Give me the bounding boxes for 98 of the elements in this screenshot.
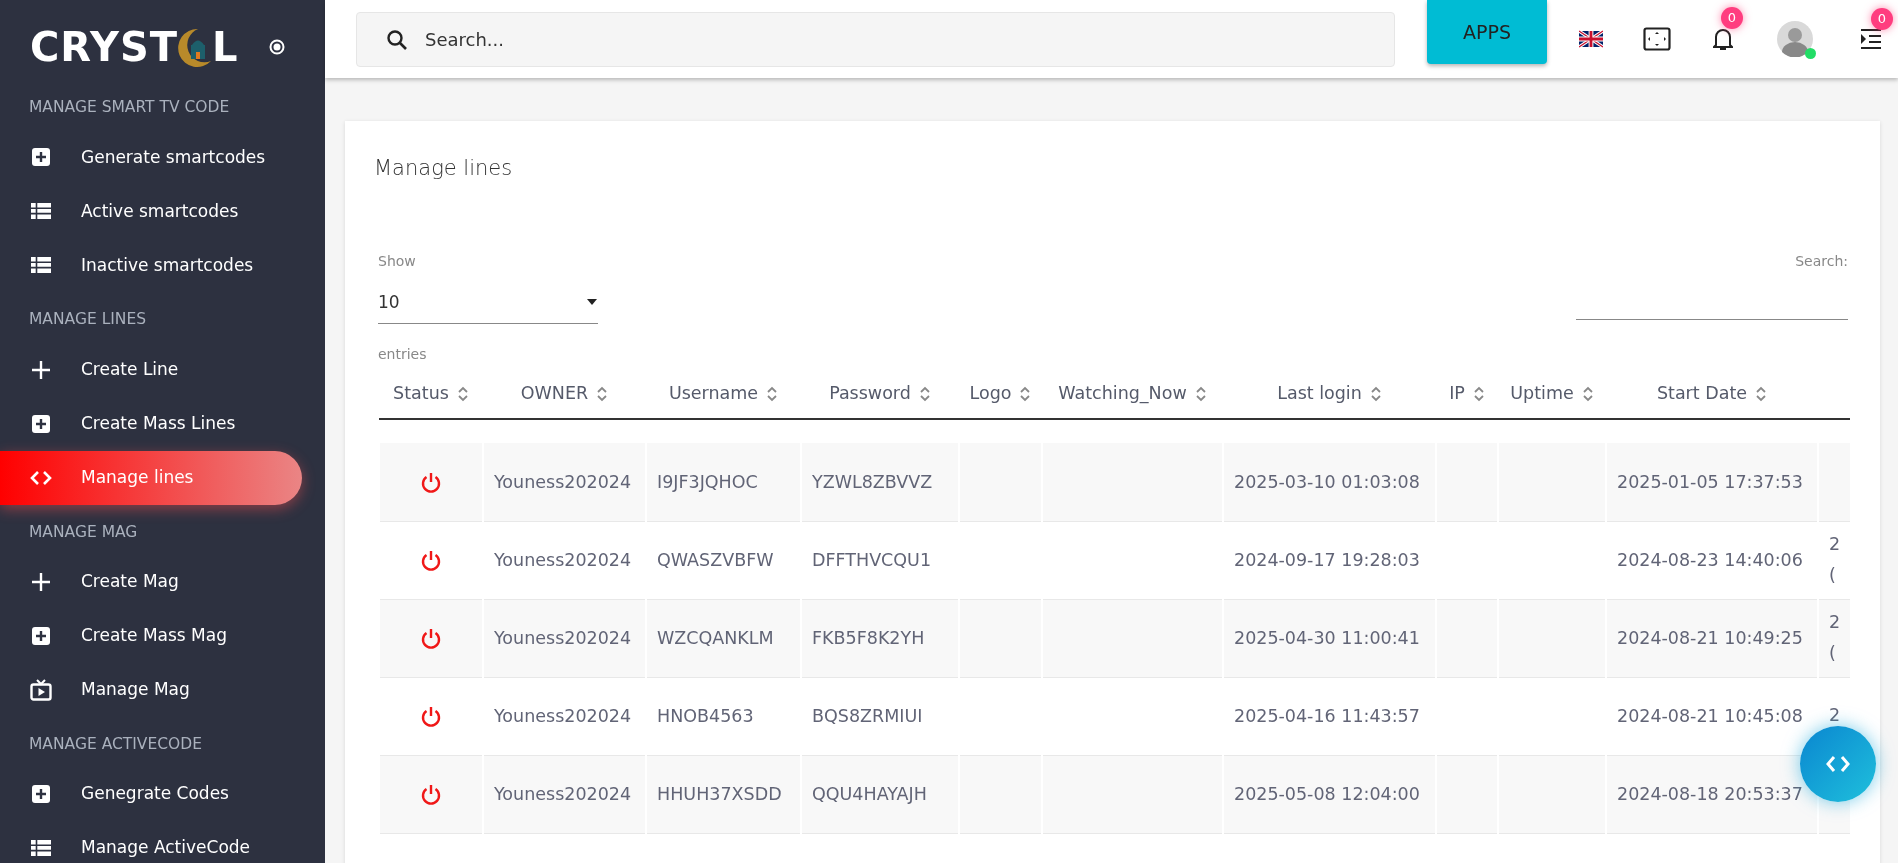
power-icon[interactable] xyxy=(420,549,442,572)
column-header-label: Logo xyxy=(969,382,1012,406)
column-header-label: OWNER xyxy=(520,382,589,406)
page-size-select[interactable]: 10 xyxy=(378,279,598,324)
table-cell-text: 2 xyxy=(1829,610,1842,634)
table-cell: HNOB4563 xyxy=(657,705,754,726)
column-header-label: Password xyxy=(829,382,911,406)
sort-icon xyxy=(918,384,931,403)
table-cell: 2024-09-17 19:28:03 xyxy=(1234,549,1420,570)
column-header-label: IP xyxy=(1449,382,1465,406)
table-cell-text: 2 xyxy=(1829,532,1842,556)
section-heading: MANAGE ACTIVECODE xyxy=(28,733,203,755)
show-label: Show xyxy=(378,251,417,271)
table-cell: 2025-04-30 11:00:41 xyxy=(1234,627,1420,648)
sidebar-item[interactable]: Create Line xyxy=(0,342,302,397)
sort-icon xyxy=(1755,384,1768,403)
table-cell: QWASZVBFW xyxy=(657,549,774,570)
table-cell: 2025-01-05 17:37:53 xyxy=(1617,471,1803,492)
list-icon xyxy=(30,837,52,859)
table-cell: DFFTHVCQU1 xyxy=(812,549,932,570)
sidebar-item[interactable]: Manage ActiveCode xyxy=(0,821,302,863)
table-cell: WZCQANKLM xyxy=(657,627,774,648)
sort-icon xyxy=(1194,384,1207,403)
table-cell: 2025-04-16 11:43:57 xyxy=(1234,705,1420,726)
crescent-mosque-icon xyxy=(178,27,213,67)
sidebar-item[interactable]: Create Mass Mag xyxy=(0,608,302,663)
sort-icon xyxy=(766,384,779,403)
sidebar-item[interactable]: Create Mass Lines xyxy=(0,396,302,451)
search-label: Search: xyxy=(1794,251,1848,271)
sort-icon xyxy=(456,384,469,403)
table-cell: 2025-05-08 12:04:00 xyxy=(1234,783,1420,804)
power-icon[interactable] xyxy=(420,627,442,650)
notification-badge: 0 xyxy=(1721,7,1743,29)
plus-square-icon xyxy=(30,783,52,805)
plus-icon xyxy=(30,358,52,381)
table-cell: 2025-03-10 01:03:08 xyxy=(1234,471,1420,492)
table-cell: Youness202024 xyxy=(494,705,632,726)
sidebar-item[interactable]: Manage lines xyxy=(0,450,302,505)
power-icon[interactable] xyxy=(420,471,442,494)
table-cell: Youness202024 xyxy=(494,783,632,804)
column-header-label: Start Date xyxy=(1656,382,1748,406)
sidebar-item[interactable]: Active smartcodes xyxy=(0,184,302,239)
column-header-label: Last login xyxy=(1277,382,1362,406)
table-cell: 2024-08-21 10:45:08 xyxy=(1617,705,1803,726)
column-header-label: Status xyxy=(393,382,449,406)
code-icon xyxy=(1825,754,1851,774)
plus-icon xyxy=(30,570,52,593)
sidebar-item[interactable]: Genegrate Codes xyxy=(0,767,302,821)
sidebar-toggle-icon[interactable] xyxy=(268,39,285,55)
sidebar-item[interactable]: Manage Mag xyxy=(0,662,302,717)
table-cell: I9JF3JQHOC xyxy=(657,471,758,492)
power-icon[interactable] xyxy=(420,783,442,806)
section-heading: MANAGE LINES xyxy=(28,309,148,331)
section-heading: MANAGE SMART TV CODE xyxy=(28,97,231,118)
table-cell: 2024-08-21 10:49:25 xyxy=(1617,627,1803,648)
table-cell: Youness202024 xyxy=(494,549,632,570)
plus-square-icon xyxy=(30,624,52,647)
sort-icon xyxy=(596,384,609,403)
table-cell-text: 2 xyxy=(1829,704,1842,728)
sort-icon xyxy=(1369,384,1382,403)
column-header-label: Username xyxy=(668,382,759,406)
logo-text: CRYST xyxy=(30,27,179,67)
sidebar-item[interactable]: Inactive smartcodes xyxy=(0,238,302,293)
sidebar-item[interactable]: Generate smartcodes xyxy=(0,130,302,185)
fullscreen-icon[interactable] xyxy=(1643,27,1671,51)
sidebar-item[interactable]: Create Mag xyxy=(0,554,302,609)
table-cell: YZWL8ZBVVZ xyxy=(812,471,933,492)
power-icon[interactable] xyxy=(420,705,442,728)
dropdown-caret-icon xyxy=(586,298,598,306)
sort-icon xyxy=(1019,384,1032,403)
column-header-label: Uptime xyxy=(1510,382,1574,406)
table-cell-text: ( xyxy=(1829,564,1837,587)
tv-icon xyxy=(30,678,52,701)
user-avatar-icon[interactable] xyxy=(1777,21,1813,57)
logo-text: L xyxy=(212,27,239,67)
table-cell: QQU4HAYAJH xyxy=(812,783,927,804)
menu-badge: 0 xyxy=(1871,8,1893,30)
notification-bell-icon[interactable] xyxy=(1713,27,1733,51)
table-cell-text: ( xyxy=(1829,642,1837,665)
search-field[interactable]: Search... xyxy=(356,11,1395,67)
table-cell: Youness202024 xyxy=(494,471,632,492)
column-header-label: Watching_Now xyxy=(1058,382,1187,406)
section-heading: MANAGE MAG xyxy=(28,521,139,543)
sort-icon xyxy=(1581,384,1594,403)
table-cell: Youness202024 xyxy=(494,627,632,648)
entries-label: entries xyxy=(378,345,428,364)
uk-flag-icon[interactable] xyxy=(1579,30,1603,48)
table-cell: HHUH37XSDD xyxy=(657,783,782,804)
card-title: Manage lines xyxy=(374,155,514,182)
plus-square-icon xyxy=(30,412,52,435)
table-cell: BQS8ZRMIUI xyxy=(812,705,923,726)
apps-button[interactable]: APPS xyxy=(1427,0,1547,64)
table-cell: 2024-08-18 20:53:37 xyxy=(1617,783,1803,804)
sort-icon xyxy=(1472,384,1485,403)
table-cell: 2024-08-23 14:40:06 xyxy=(1617,549,1803,570)
plus-square-icon xyxy=(30,146,52,169)
menu-icon[interactable] xyxy=(1859,28,1883,50)
table-cell: FKB5F8K2YH xyxy=(812,627,925,648)
